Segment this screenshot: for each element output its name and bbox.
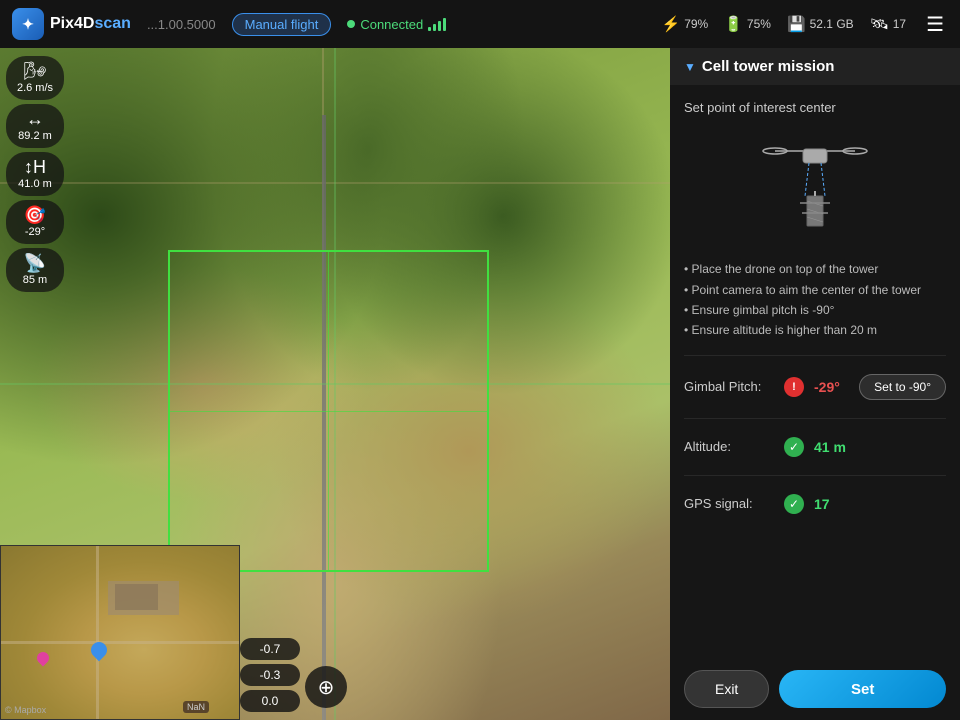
instruction-3: • Ensure gimbal pitch is -90°: [684, 300, 946, 320]
drone-illustration: [684, 131, 946, 245]
altitude-label: Altitude:: [684, 439, 774, 454]
instruction-2: • Point camera to aim the center of the …: [684, 280, 946, 300]
telem-val1: -0.7: [240, 638, 300, 660]
signal-bars-icon: [428, 17, 446, 31]
satellite-status: 🛰 17: [870, 15, 906, 33]
battery2-icon: 🔋: [724, 15, 743, 33]
battery2-status: 🔋 75%: [724, 15, 771, 33]
telemetry-column: -0.7 -0.3 0.0: [240, 638, 300, 720]
gps-label: GPS signal:: [684, 496, 774, 511]
home-pin: [34, 649, 51, 666]
gimbal-value: -29°: [25, 226, 45, 238]
app-logo-icon: ✦: [12, 8, 44, 40]
wind-speed-value: 2.6 m/s: [17, 82, 53, 94]
version-label: ...1.00.5000: [147, 17, 216, 32]
panel-collapse-icon: ▼: [684, 60, 696, 74]
range-value: 85 m: [23, 274, 47, 286]
panel-footer: Exit Set: [670, 658, 960, 720]
gimbal-pitch-value: -29°: [814, 379, 840, 395]
gimbal-status-indicator: !: [784, 377, 804, 397]
divider-1: [684, 355, 946, 356]
instructions: • Place the drone on top of the tower • …: [684, 259, 946, 341]
gimbal-widget: 🎯 -29°: [6, 200, 64, 244]
altitude-icon: ↕H: [24, 158, 46, 176]
divider-3: [684, 475, 946, 476]
set-gimbal-button[interactable]: Set to -90°: [859, 374, 946, 400]
selection-box: [168, 250, 490, 573]
wind-icon: 🌬: [24, 62, 47, 80]
menu-button[interactable]: ☰: [922, 8, 948, 41]
gps-status-indicator: ✓: [784, 494, 804, 514]
mini-map[interactable]: NaN © Mapbox: [0, 545, 240, 720]
telem-val3: 0.0: [240, 690, 300, 712]
gimbal-icon: 🎯: [24, 206, 46, 224]
mini-map-background: NaN © Mapbox: [1, 546, 239, 719]
altitude-widget: ↕H 41.0 m: [6, 152, 64, 196]
divider-2: [684, 418, 946, 419]
compass-button[interactable]: ⊕: [305, 666, 347, 708]
telem-val2: -0.3: [240, 664, 300, 686]
storage-icon: 💾: [787, 15, 806, 33]
exit-button[interactable]: Exit: [684, 670, 769, 708]
gps-row: GPS signal: ✓ 17: [684, 490, 946, 518]
panel-title: Cell tower mission: [702, 58, 835, 75]
gimbal-pitch-label: Gimbal Pitch:: [684, 379, 774, 394]
distance-value: 89.2 m: [18, 130, 52, 142]
distance-icon: ↔: [26, 110, 44, 128]
altitude-status-indicator: ✓: [784, 437, 804, 457]
nan-badge: NaN: [183, 701, 209, 713]
distance-widget: ↔ 89.2 m: [6, 104, 64, 148]
satellite-icon: 🛰: [870, 15, 889, 33]
panel-header: ▼ Cell tower mission: [670, 48, 960, 85]
altitude-value: 41 m: [814, 439, 846, 455]
range-widget: 📡 85 m: [6, 248, 64, 292]
connected-dot: [347, 20, 355, 28]
app-name: Pix4Dscan: [50, 15, 131, 33]
wind-speed-widget: 🌬 2.6 m/s: [6, 56, 64, 100]
instruction-1: • Place the drone on top of the tower: [684, 259, 946, 279]
right-panel: ▼ Cell tower mission Set point of intere…: [670, 48, 960, 720]
topbar: ✦ Pix4Dscan ...1.00.5000 Manual flight C…: [0, 0, 960, 48]
connection-status: Connected: [347, 17, 446, 32]
altitude-value: 41.0 m: [18, 178, 52, 190]
battery1-icon: ⚡: [662, 15, 681, 33]
battery1-status: ⚡ 79%: [662, 15, 709, 33]
set-button[interactable]: Set: [779, 670, 946, 708]
flight-mode-badge[interactable]: Manual flight: [232, 13, 332, 36]
range-icon: 📡: [24, 254, 46, 272]
panel-body: Set point of interest center: [670, 85, 960, 658]
mapbox-attribution: © Mapbox: [5, 705, 46, 715]
altitude-row: Altitude: ✓ 41 m: [684, 433, 946, 461]
drone-svg: [755, 141, 875, 241]
app-logo: ✦ Pix4Dscan: [12, 8, 131, 40]
storage-status: 💾 52.1 GB: [787, 15, 854, 33]
panel-subtitle: Set point of interest center: [684, 99, 946, 117]
gps-value: 17: [814, 496, 830, 512]
instruction-4: • Ensure altitude is higher than 20 m: [684, 320, 946, 340]
gimbal-pitch-row: Gimbal Pitch: ! -29° Set to -90°: [684, 370, 946, 404]
